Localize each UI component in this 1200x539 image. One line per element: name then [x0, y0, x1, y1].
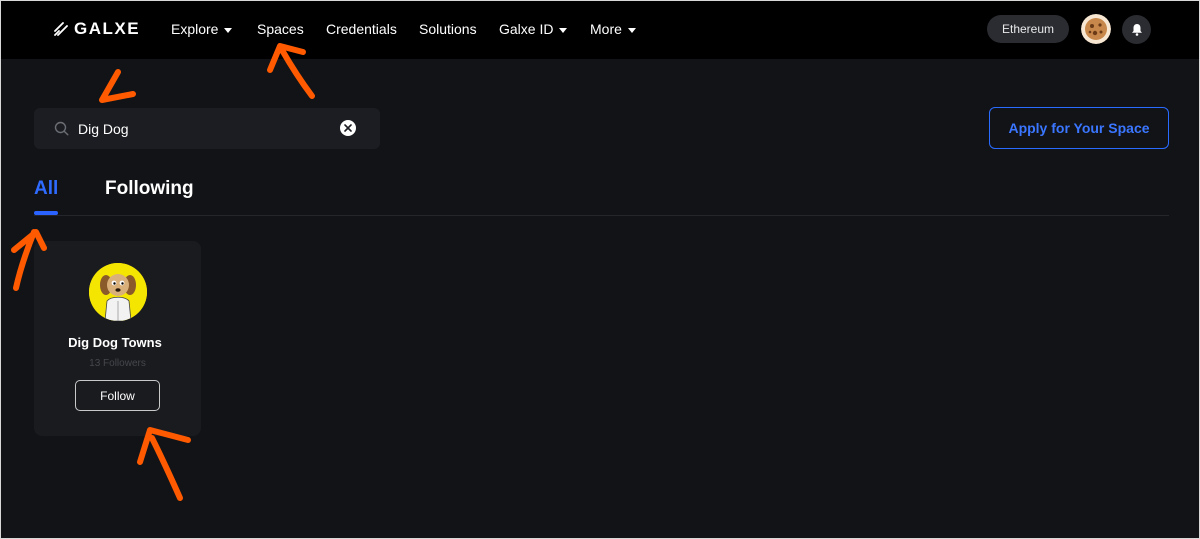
nav-solutions[interactable]: Solutions: [419, 20, 477, 38]
space-card[interactable]: Dig Dog Towns 13 Followers Follow: [34, 241, 201, 436]
annotation-arrow-search: [99, 69, 136, 103]
clear-search-button[interactable]: [340, 120, 356, 136]
nav-explore-label: Explore: [171, 21, 219, 37]
nav-solutions-label: Solutions: [419, 21, 477, 37]
search-input[interactable]: [78, 108, 328, 149]
follow-button[interactable]: Follow: [75, 380, 160, 411]
tabs-divider: [34, 215, 1169, 216]
logo-text: GALXE: [74, 19, 141, 38]
chevron-down-icon: [224, 27, 233, 33]
nav-explore[interactable]: Explore: [171, 20, 233, 38]
notifications-button[interactable]: [1122, 15, 1151, 44]
chevron-down-icon: [559, 27, 568, 33]
network-selector[interactable]: Ethereum: [987, 15, 1069, 43]
apply-for-space-button[interactable]: Apply for Your Space: [989, 107, 1169, 149]
bell-icon: [1131, 24, 1142, 36]
chevron-down-icon: [627, 27, 636, 33]
nav-credentials[interactable]: Credentials: [326, 20, 397, 38]
galxe-logo[interactable]: GALXE: [54, 18, 140, 40]
tab-following[interactable]: Following: [105, 178, 194, 200]
dig-dog-avatar: [89, 263, 147, 321]
nav-spaces[interactable]: Spaces: [257, 20, 304, 38]
nav-galxe-id-label: Galxe ID: [499, 21, 554, 37]
tab-all[interactable]: All: [34, 178, 58, 200]
search-icon: [54, 121, 69, 136]
user-avatar[interactable]: [1081, 14, 1111, 44]
nav-galxe-id[interactable]: Galxe ID: [499, 20, 568, 38]
annotation-arrow-follow: [137, 427, 191, 501]
search-box: [34, 108, 380, 149]
space-followers: 13 Followers: [89, 358, 146, 369]
space-name[interactable]: Dig Dog Towns: [34, 335, 196, 350]
nav-more[interactable]: More: [590, 20, 636, 38]
nav-credentials-label: Credentials: [326, 21, 397, 37]
nav-more-label: More: [590, 21, 622, 37]
galxe-logo-icon: [54, 22, 68, 36]
top-navbar: GALXE Explore Spaces Credentials Solutio…: [1, 1, 1199, 59]
nav-spaces-label: Spaces: [257, 21, 304, 37]
clear-icon: [344, 124, 352, 132]
